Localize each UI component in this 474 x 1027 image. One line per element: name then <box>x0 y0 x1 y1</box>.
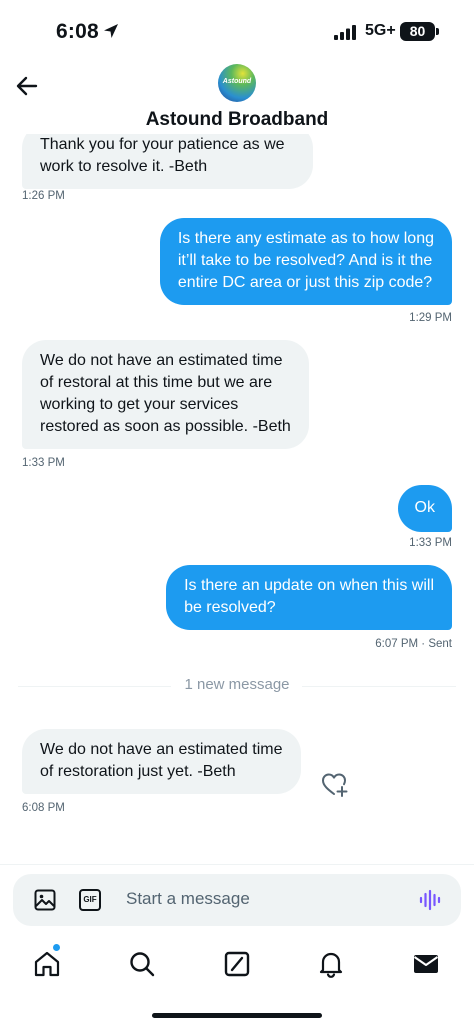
battery-level: 80 <box>409 23 426 39</box>
home-icon[interactable] <box>31 948 63 980</box>
message-line: Ok <box>414 499 435 516</box>
message-line: We do not have an estimated time <box>40 352 283 369</box>
messages-icon[interactable] <box>410 948 442 980</box>
notifications-icon[interactable] <box>315 948 347 980</box>
message-timestamp: 1:33 PM <box>409 537 452 549</box>
message-line: We do not have an estimated time <box>40 741 283 758</box>
message-timestamp: 6:08 PM <box>22 802 65 814</box>
cellular-signal-icon <box>334 25 356 40</box>
voice-message-icon[interactable] <box>418 888 442 912</box>
message-bubble-incoming[interactable]: We do not have an estimated time of rest… <box>22 340 309 449</box>
message-composer: GIF Start a message <box>13 874 461 926</box>
message-list[interactable]: Thank you for your patience as we work t… <box>0 134 474 864</box>
message-line: restored as soon as possible. -Beth <box>40 418 291 435</box>
back-arrow-icon[interactable] <box>12 70 44 102</box>
network-type: 5G+ <box>365 22 396 39</box>
add-reaction-icon[interactable] <box>321 772 349 798</box>
message-line: be resolved? <box>184 599 276 616</box>
avatar[interactable]: Astound <box>218 64 256 102</box>
home-notification-dot <box>53 944 60 951</box>
message-bubble-incoming[interactable]: We do not have an estimated time of rest… <box>22 729 301 794</box>
message-line: working to get your services <box>40 396 239 413</box>
message-line: it’ll take to be resolved? And is it the <box>177 252 433 269</box>
message-timestamp: 1:33 PM <box>22 457 65 469</box>
message-input[interactable]: Start a message <box>126 889 250 909</box>
message-bubble-outgoing[interactable]: Is there an update on when this will be … <box>166 565 452 630</box>
composer-divider <box>0 864 474 865</box>
message-line: work to resolve it. -Beth <box>40 158 208 175</box>
message-line: of restoral at this time but we are <box>40 374 273 391</box>
home-indicator[interactable] <box>152 1013 322 1018</box>
message-bubble-outgoing[interactable]: Ok <box>397 485 452 532</box>
bottom-tab-bar <box>0 940 474 990</box>
message-line: Is there an update on when this will <box>184 577 434 594</box>
search-icon[interactable] <box>126 948 158 980</box>
avatar-logo-text: Astound <box>222 78 252 85</box>
message-line: Is there any estimate as to how long <box>177 230 434 247</box>
message-line: of restoration just yet. -Beth <box>40 763 236 780</box>
battery-nub <box>436 28 439 35</box>
divider-line <box>302 686 456 687</box>
battery-icon: 80 <box>400 22 435 41</box>
status-bar: 6:08 5G+ 80 <box>0 0 474 62</box>
message-line: entire DC area or just this zip code? <box>177 274 433 291</box>
gif-label: GIF <box>83 895 97 904</box>
conversation-header: Astound Astound Broadband <box>0 62 474 134</box>
message-line: Thank you for your patience as we <box>40 136 285 153</box>
message-timestamp: 1:29 PM <box>409 312 452 324</box>
message-timestamp: 1:26 PM <box>22 190 65 202</box>
message-bubble-outgoing[interactable]: Is there any estimate as to how long it’… <box>159 218 452 305</box>
new-message-divider: 1 new message <box>184 676 290 693</box>
message-status-timestamp: 6:07 PM · Sent <box>375 638 452 650</box>
image-icon[interactable] <box>33 888 57 912</box>
gif-icon[interactable]: GIF <box>79 889 101 911</box>
conversation-title[interactable]: Astound Broadband <box>0 109 474 131</box>
message-bubble-incoming[interactable]: Thank you for your patience as we work t… <box>22 134 313 189</box>
status-time: 6:08 <box>56 20 99 43</box>
location-arrow-icon <box>104 24 118 38</box>
grok-icon[interactable] <box>221 948 253 980</box>
